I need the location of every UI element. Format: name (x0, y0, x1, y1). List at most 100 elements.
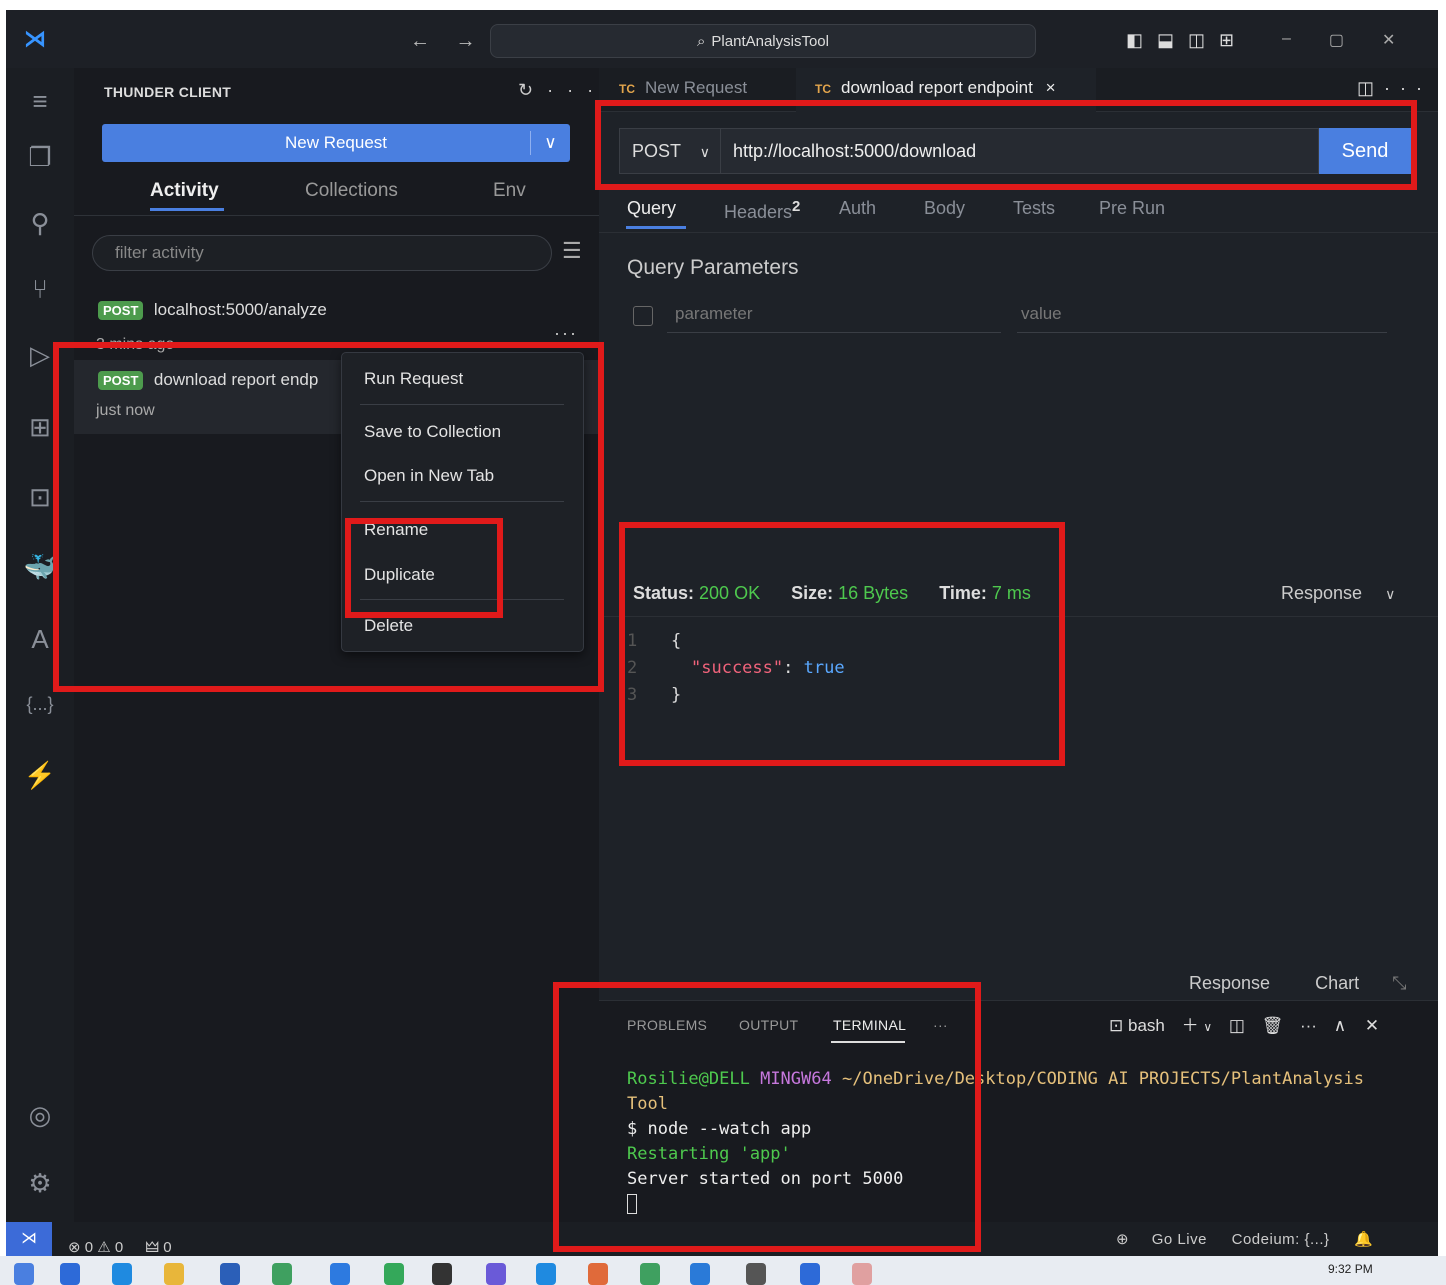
app-icon[interactable] (330, 1263, 350, 1285)
explorer-icon[interactable]: ❐ (6, 142, 74, 173)
app-icon[interactable] (640, 1263, 660, 1285)
shell-name[interactable]: bash (1128, 1016, 1165, 1035)
close-panel-icon[interactable]: ✕ (1365, 1016, 1379, 1035)
command-center-search[interactable]: ⌕ PlantAnalysisTool (490, 24, 1036, 58)
remote-indicator-icon[interactable]: ⋊ (6, 1222, 52, 1256)
problems-count[interactable]: ⊗ 0 ⚠ 0 (68, 1239, 123, 1256)
chevron-down-icon[interactable]: ∨ (530, 131, 570, 155)
remote-explorer-icon[interactable]: ⊡ (6, 482, 74, 513)
source-control-icon[interactable]: ⑂ (6, 274, 74, 305)
ports-count[interactable]: 🜲 0 (145, 1239, 171, 1256)
app-icon[interactable] (588, 1263, 608, 1285)
toggle-primary-sidebar-icon[interactable]: ◧ (1126, 30, 1143, 51)
toggle-panel-icon[interactable]: ⬓ (1157, 30, 1174, 51)
split-terminal-icon[interactable]: ◫ (1229, 1016, 1245, 1035)
parameter-input[interactable]: parameter (667, 304, 1001, 333)
notifications-icon[interactable]: 🔔 (1354, 1231, 1373, 1248)
close-window-icon[interactable]: ✕ (1382, 30, 1395, 50)
trash-icon[interactable]: 🗑 (1262, 1016, 1284, 1035)
search-view-icon[interactable]: ⚲ (6, 208, 74, 239)
split-editor-icon[interactable]: ◫ (1357, 78, 1384, 98)
run-debug-icon[interactable]: ▷ (6, 340, 74, 371)
tab-response[interactable]: Response (1189, 973, 1270, 993)
menu-icon[interactable]: ≡ (6, 86, 74, 117)
go-live-button[interactable]: Go Live (1152, 1231, 1207, 1248)
tab-body[interactable]: Body (924, 198, 965, 219)
filter-activity-input[interactable]: filter activity (92, 235, 552, 271)
maximize-panel-icon[interactable]: ∧ (1334, 1016, 1346, 1035)
more-options-icon[interactable]: ··· (554, 323, 578, 344)
terminal-output[interactable]: Rosilie@DELL MINGW64 ~/OneDrive/Desktop/… (627, 1067, 1364, 1217)
value-input[interactable]: value (1017, 304, 1387, 333)
more-tabs-icon[interactable]: ··· (933, 1017, 948, 1033)
tab-tests[interactable]: Tests (1013, 198, 1055, 219)
docker-icon[interactable]: 🐳 (6, 552, 74, 583)
app-icon[interactable] (852, 1263, 872, 1285)
minimize-icon[interactable]: – (1282, 30, 1291, 50)
app-icon[interactable] (486, 1263, 506, 1285)
tab-auth[interactable]: Auth (839, 198, 876, 219)
new-request-button[interactable]: New Request ∨ (102, 124, 570, 162)
app-icon[interactable] (272, 1263, 292, 1285)
account-icon[interactable]: ◎ (6, 1100, 74, 1131)
tab-env[interactable]: Env (493, 180, 526, 202)
filter-menu-icon[interactable]: ☰ (562, 238, 582, 264)
search-icon: ⌕ (697, 32, 706, 50)
sidebar-title: THUNDER CLIENT (104, 84, 232, 100)
browser-icon[interactable] (112, 1263, 132, 1285)
tab-activity[interactable]: Activity (150, 180, 219, 202)
tab-problems[interactable]: PROBLEMS (627, 1017, 707, 1033)
app-icon[interactable] (220, 1263, 240, 1285)
settings-gear-icon[interactable]: ⚙ (6, 1168, 74, 1199)
app-icon[interactable] (746, 1263, 766, 1285)
more-actions-icon[interactable]: ··· (1384, 78, 1432, 98)
terminal-app-icon[interactable] (432, 1263, 452, 1285)
file-explorer-icon[interactable] (164, 1263, 184, 1285)
tab-collections[interactable]: Collections (305, 180, 398, 202)
app-icon[interactable] (536, 1263, 556, 1285)
menu-item-rename[interactable]: Rename (364, 520, 428, 540)
menu-item-save-to-collection[interactable]: Save to Collection (364, 422, 501, 442)
azure-icon[interactable]: A (6, 624, 74, 655)
tab-pre-run[interactable]: Pre Run (1099, 198, 1165, 219)
url-input[interactable]: http://localhost:5000/download (721, 128, 1319, 174)
tab-headers[interactable]: Headers2 (724, 198, 800, 223)
param-checkbox[interactable] (633, 306, 653, 326)
add-terminal-icon[interactable]: ＋ (1182, 1016, 1199, 1035)
resize-icon[interactable]: ⤡ (1392, 973, 1406, 993)
tab-chart[interactable]: Chart (1315, 973, 1359, 993)
tab-download-report-endpoint[interactable]: TC download report endpoint × (815, 78, 1056, 98)
tab-output[interactable]: OUTPUT (739, 1017, 798, 1033)
menu-item-duplicate[interactable]: Duplicate (364, 565, 435, 585)
thunder-client-icon[interactable]: ⚡ (6, 760, 74, 791)
chevron-down-icon[interactable]: ∨ (1203, 1020, 1212, 1034)
maximize-icon[interactable]: ▢ (1329, 30, 1344, 50)
active-tab-indicator (150, 208, 224, 211)
vscode-app-icon[interactable] (690, 1263, 710, 1285)
refresh-icon[interactable]: ↻ (518, 80, 547, 100)
method-badge: POST (98, 301, 144, 320)
menu-item-open-in-new-tab[interactable]: Open in New Tab (364, 466, 494, 486)
json-icon[interactable]: {...} (6, 694, 74, 715)
more-actions-icon[interactable]: ··· (1300, 1016, 1317, 1035)
tab-new-request[interactable]: TC New Request (619, 78, 747, 98)
customize-layout-icon[interactable]: ⊞ (1219, 30, 1234, 51)
tab-terminal[interactable]: TERMINAL (833, 1017, 906, 1033)
toggle-secondary-sidebar-icon[interactable]: ◫ (1188, 30, 1205, 51)
start-icon[interactable] (14, 1263, 34, 1285)
app-icon[interactable] (800, 1263, 820, 1285)
response-view-select[interactable]: Response ∨ (1281, 583, 1395, 604)
tab-query[interactable]: Query (627, 198, 676, 219)
http-method-select[interactable]: POST ∨ (619, 128, 721, 174)
app-icon[interactable] (384, 1263, 404, 1285)
extensions-icon[interactable]: ⊞ (6, 412, 74, 443)
close-tab-icon[interactable]: × (1046, 78, 1056, 97)
system-clock[interactable]: 9:32 PM (1328, 1262, 1373, 1276)
menu-item-run-request[interactable]: Run Request (364, 369, 463, 389)
nav-arrows[interactable]: ← → (410, 30, 486, 53)
menu-item-delete[interactable]: Delete (364, 616, 413, 636)
send-button[interactable]: Send (1319, 128, 1411, 174)
app-icon[interactable] (60, 1263, 80, 1285)
zoom-icon[interactable]: ⊕ (1116, 1231, 1129, 1248)
codeium-status[interactable]: Codeium: {...} (1232, 1231, 1330, 1248)
